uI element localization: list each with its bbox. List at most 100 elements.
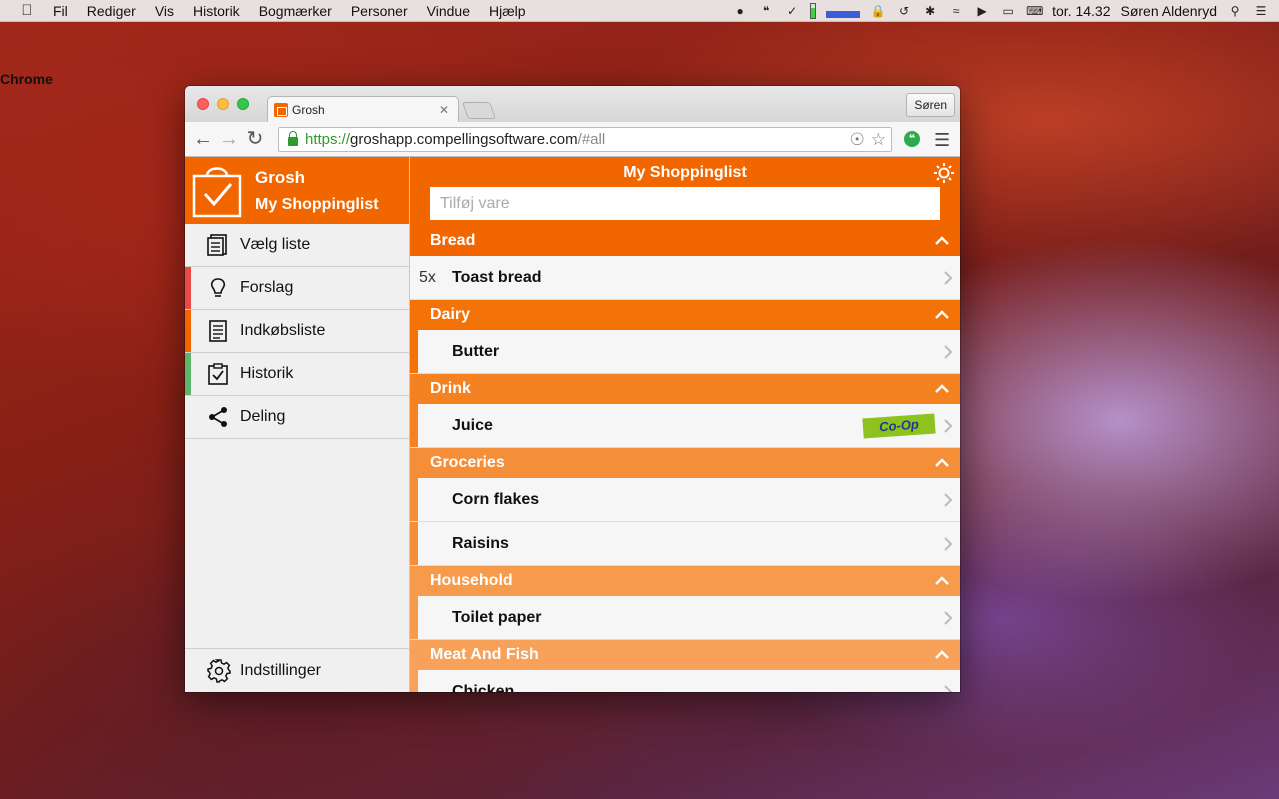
chevron-up-icon[interactable] bbox=[935, 574, 949, 588]
sidebar-item-indkobsliste[interactable]: Indkøbsliste bbox=[185, 310, 409, 353]
group-header-dairy[interactable]: Dairy bbox=[410, 300, 960, 330]
list-item[interactable]: Raisins bbox=[410, 522, 960, 566]
memory-gauge-icon[interactable] bbox=[810, 3, 817, 19]
chevron-up-icon[interactable] bbox=[935, 308, 949, 322]
notification-center-icon[interactable]: ☰ bbox=[1253, 4, 1269, 18]
lock-icon[interactable]: 🔒 bbox=[870, 4, 886, 18]
profile-button[interactable]: Søren bbox=[906, 93, 955, 117]
list-item[interactable]: Juice Co-Op bbox=[410, 404, 960, 448]
sidebar-item-label: Forslag bbox=[240, 279, 294, 296]
chevron-right-icon[interactable] bbox=[943, 418, 953, 434]
menubar-clock[interactable]: tor. 14.32 bbox=[1052, 3, 1110, 19]
sidebar-item-label: Indkøbsliste bbox=[240, 322, 326, 339]
secure-lock-icon bbox=[288, 131, 298, 146]
chevron-up-icon[interactable] bbox=[935, 382, 949, 396]
chevron-up-icon[interactable] bbox=[935, 234, 949, 248]
menu-bogmaerker[interactable]: Bogmærker bbox=[259, 3, 332, 19]
window-maximize-button[interactable] bbox=[237, 98, 249, 110]
group-header-bread[interactable]: Bread bbox=[410, 226, 960, 256]
accent-bar bbox=[185, 310, 191, 352]
sidebar-item-vaelg-liste[interactable]: Vælg liste bbox=[185, 224, 409, 267]
sidebar: Grosh My Shoppinglist Vælg liste Forslag bbox=[185, 157, 410, 692]
menu-personer[interactable]: Personer bbox=[351, 3, 408, 19]
sidebar-item-historik[interactable]: Historik bbox=[185, 353, 409, 396]
window-minimize-button[interactable] bbox=[217, 98, 229, 110]
volume-icon[interactable]: ▶ bbox=[974, 4, 990, 18]
new-tab-button[interactable] bbox=[461, 102, 497, 119]
settings-label: Indstillinger bbox=[240, 661, 321, 679]
window-close-button[interactable] bbox=[197, 98, 209, 110]
sidebar-item-deling[interactable]: Deling bbox=[185, 396, 409, 439]
forward-arrow-icon[interactable]: → bbox=[216, 129, 242, 149]
hangouts-icon[interactable]: ❝ bbox=[758, 4, 774, 18]
chevron-right-icon[interactable] bbox=[943, 684, 953, 692]
url-scheme: https:// bbox=[305, 131, 351, 148]
group-stripe bbox=[410, 522, 418, 565]
tab-close-icon[interactable]: ✕ bbox=[439, 103, 449, 117]
chevron-up-icon[interactable] bbox=[935, 648, 949, 662]
item-name: Chicken bbox=[452, 682, 515, 693]
time-machine-icon[interactable]: ↺ bbox=[896, 4, 912, 18]
list-item[interactable]: Toilet paper bbox=[410, 596, 960, 640]
list-item[interactable]: Chicken bbox=[410, 670, 960, 692]
gear-icon bbox=[207, 658, 231, 683]
apple-menu-icon[interactable]:  bbox=[17, 2, 37, 19]
battery-icon[interactable]: ▭ bbox=[1000, 4, 1016, 18]
address-bar[interactable]: https:// groshapp.compellingsoftware.com… bbox=[278, 127, 892, 152]
item-name: Juice bbox=[452, 416, 493, 434]
group-name: Bread bbox=[430, 232, 476, 249]
menu-hjaelp[interactable]: Hjælp bbox=[489, 3, 526, 19]
shopping-list-panel: My Shoppinglist Bread 5x bbox=[410, 157, 960, 692]
list-header: My Shoppinglist bbox=[410, 157, 960, 226]
list-item[interactable]: Corn flakes bbox=[410, 478, 960, 522]
menu-fil[interactable]: Fil bbox=[53, 3, 68, 19]
chevron-up-icon[interactable] bbox=[935, 456, 949, 470]
checkmark-circle-icon[interactable]: ✓ bbox=[784, 4, 800, 18]
chevron-right-icon[interactable] bbox=[943, 344, 953, 360]
sidebar-item-label: Vælg liste bbox=[240, 236, 311, 253]
browser-tab[interactable]: Grosh ✕ bbox=[267, 96, 459, 123]
hangouts-extension-icon[interactable]: ❝ bbox=[904, 131, 920, 147]
shopping-bag-logo-icon bbox=[191, 162, 243, 219]
menu-rediger[interactable]: Rediger bbox=[87, 3, 136, 19]
menu-vindue[interactable]: Vindue bbox=[427, 3, 470, 19]
browser-toolbar: ← → ↻ https:// groshapp.compellingsoftwa… bbox=[185, 122, 960, 157]
sidebar-item-label: Historik bbox=[240, 365, 294, 382]
group-stripe bbox=[410, 670, 418, 692]
keyboard-icon[interactable]: ⌨ bbox=[1026, 4, 1043, 18]
store-badge: Co-Op bbox=[862, 413, 936, 439]
group-stripe bbox=[410, 478, 418, 521]
menubar-user[interactable]: Søren Aldenryd bbox=[1121, 3, 1218, 19]
chevron-right-icon[interactable] bbox=[943, 492, 953, 508]
wifi-icon[interactable]: ≈ bbox=[948, 4, 964, 18]
group-header-household[interactable]: Household bbox=[410, 566, 960, 596]
add-item-input[interactable] bbox=[430, 187, 940, 220]
menu-vis[interactable]: Vis bbox=[155, 3, 174, 19]
group-stripe bbox=[410, 330, 418, 373]
chevron-right-icon[interactable] bbox=[943, 610, 953, 626]
lightbulb-icon bbox=[207, 277, 229, 299]
group-header-meat-and-fish[interactable]: Meat And Fish bbox=[410, 640, 960, 670]
activity-graph-icon[interactable] bbox=[826, 4, 861, 18]
chevron-right-icon[interactable] bbox=[943, 270, 953, 286]
chrome-menu-icon[interactable]: ☰ bbox=[934, 130, 950, 151]
group-header-drink[interactable]: Drink bbox=[410, 374, 960, 404]
menu-historik[interactable]: Historik bbox=[193, 3, 240, 19]
bluetooth-icon[interactable]: ✱ bbox=[922, 4, 938, 18]
group-header-groceries[interactable]: Groceries bbox=[410, 448, 960, 478]
bookmark-star-icon[interactable]: ☆ bbox=[871, 130, 886, 150]
brightness-sun-icon[interactable] bbox=[934, 163, 954, 183]
sidebar-header: Grosh My Shoppinglist bbox=[185, 157, 409, 224]
spotlight-search-icon[interactable]: ⚲ bbox=[1227, 4, 1243, 18]
clipboard-check-icon bbox=[207, 363, 229, 385]
location-target-icon[interactable]: ☉ bbox=[850, 130, 865, 150]
list-item[interactable]: Butter bbox=[410, 330, 960, 374]
settings-button[interactable]: Indstillinger bbox=[185, 648, 409, 692]
chevron-right-icon[interactable] bbox=[943, 536, 953, 552]
back-arrow-icon[interactable]: ← bbox=[190, 129, 216, 149]
grosh-app: Grosh My Shoppinglist Vælg liste Forslag bbox=[185, 157, 960, 692]
evernote-icon[interactable]: ● bbox=[732, 4, 748, 18]
reload-icon[interactable]: ↻ bbox=[242, 129, 268, 149]
sidebar-item-forslag[interactable]: Forslag bbox=[185, 267, 409, 310]
list-item[interactable]: 5x Toast bread bbox=[410, 256, 960, 300]
